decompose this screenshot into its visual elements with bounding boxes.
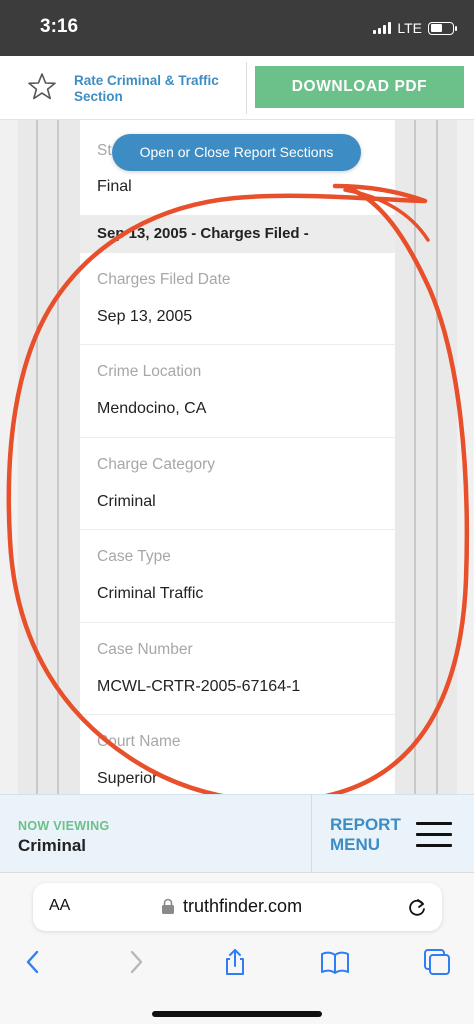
url-text[interactable]: truthfinder.com [183, 896, 302, 917]
field-value: Criminal [97, 493, 156, 510]
now-viewing-label: NOW VIEWING [18, 819, 110, 833]
record-card: St Final Sep 13, 2005 - Charges Filed - … [80, 120, 395, 794]
toggle-report-sections-button[interactable]: Open or Close Report Sections [112, 134, 361, 171]
star-icon[interactable] [26, 71, 58, 103]
text-size-button[interactable]: AA [49, 897, 70, 915]
tabs-icon[interactable] [422, 947, 452, 977]
hamburger-icon [416, 822, 452, 850]
right-rail-line-inner [414, 120, 416, 794]
browser-toolbar: AA truthfinder.com [0, 872, 474, 1024]
report-menu-label: REPORT MENU [330, 815, 401, 854]
field-charge-category: Charge Category Criminal [80, 438, 395, 530]
status-indicators: LTE [373, 20, 457, 36]
reload-icon[interactable] [406, 896, 428, 918]
field-label: Crime Location [97, 363, 202, 380]
right-rail-line [436, 120, 438, 794]
network-label: LTE [397, 20, 422, 36]
field-value: Mendocino, CA [97, 400, 207, 417]
signal-icon [373, 22, 392, 34]
battery-icon [428, 21, 457, 35]
field-value: Criminal Traffic [97, 585, 204, 602]
bar-divider [311, 795, 312, 873]
section-heading[interactable]: Sep 13, 2005 - Charges Filed - [80, 215, 395, 253]
field-label: Case Type [97, 548, 171, 565]
now-viewing-value: Criminal [18, 836, 87, 855]
field-case-type: Case Type Criminal Traffic [80, 530, 395, 623]
home-indicator [152, 1011, 322, 1017]
report-header: Rate Criminal & Traffic Section DOWNLOAD… [0, 56, 474, 120]
field-court-name: Court Name Superior [80, 715, 395, 794]
field-value: Sep 13, 2005 [97, 308, 193, 325]
status-time: 3:16 [40, 16, 79, 37]
address-bar[interactable]: AA truthfinder.com [33, 883, 442, 931]
forward-icon[interactable] [121, 947, 151, 977]
field-label: Court Name [97, 733, 181, 750]
share-icon[interactable] [220, 947, 250, 977]
field-label: Charge Category [97, 456, 216, 473]
field-value: Final [97, 178, 132, 195]
field-case-number: Case Number MCWL-CRTR-2005-67164-1 [80, 623, 395, 715]
field-label: St [97, 142, 112, 159]
field-label: Case Number [97, 641, 193, 658]
now-viewing-bar: NOW VIEWING Criminal REPORT MENU [0, 794, 474, 873]
field-crime-location: Crime Location Mendocino, CA [80, 345, 395, 438]
bookmarks-icon[interactable] [320, 947, 350, 977]
field-charges-filed-date: Charges Filed Date Sep 13, 2005 [80, 253, 395, 345]
report-content[interactable]: St Final Sep 13, 2005 - Charges Filed - … [0, 120, 474, 794]
download-pdf-button[interactable]: DOWNLOAD PDF [255, 66, 464, 108]
status-bar: 3:16 LTE [0, 0, 474, 56]
right-rail [395, 120, 457, 794]
header-divider [246, 62, 247, 114]
left-rail [18, 120, 80, 794]
report-menu-button[interactable]: REPORT MENU [318, 795, 474, 873]
left-rail-line [36, 120, 38, 794]
lock-icon [162, 898, 174, 914]
field-value: MCWL-CRTR-2005-67164-1 [97, 678, 301, 695]
left-rail-line-inner [57, 120, 59, 794]
field-label: Charges Filed Date [97, 271, 231, 288]
back-icon[interactable] [18, 947, 48, 977]
field-value: Superior [97, 770, 158, 787]
rate-section-link[interactable]: Rate Criminal & Traffic Section [74, 73, 242, 105]
